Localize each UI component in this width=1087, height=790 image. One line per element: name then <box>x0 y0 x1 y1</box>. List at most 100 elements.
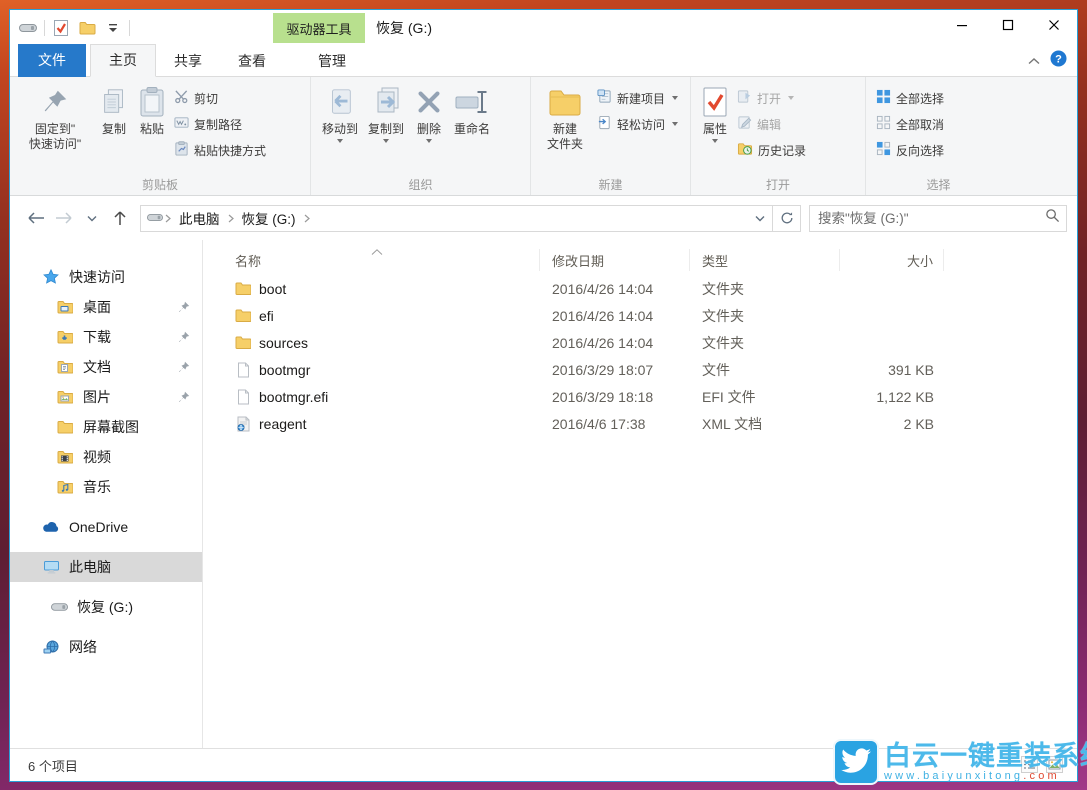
sidebar-item-music[interactable]: 音乐 <box>10 472 202 502</box>
copy-button[interactable]: 复制 <box>94 81 134 140</box>
ribbon-group-select: 全部选择 全部取消 反向选择 选择 <box>866 77 1011 195</box>
breadcrumb[interactable]: 此电脑 恢复 (G:) <box>140 204 773 232</box>
properties-icon <box>702 84 728 120</box>
this-pc-icon <box>42 560 60 575</box>
invert-selection-button[interactable]: 反向选择 <box>872 139 948 161</box>
maximize-button[interactable] <box>985 10 1031 40</box>
copy-path-button[interactable]: 复制路径 <box>170 113 270 135</box>
copy-to-icon <box>370 84 402 120</box>
pin-icon <box>178 360 190 376</box>
tab-home[interactable]: 主页 <box>90 44 156 77</box>
file-row-bootmgr-efi[interactable]: bootmgr.efi 2016/3/29 18:18 EFI 文件 1,122… <box>203 383 1077 410</box>
edit-icon <box>737 115 752 133</box>
music-folder-icon <box>56 480 74 494</box>
file-row-bootmgr[interactable]: bootmgr 2016/3/29 18:07 文件 391 KB <box>203 356 1077 383</box>
tab-manage[interactable]: 管理 <box>300 46 364 77</box>
sidebar-item-network[interactable]: 网络 <box>10 632 202 662</box>
search-box[interactable] <box>809 204 1067 232</box>
sidebar-item-recovery-drive[interactable]: 恢复 (G:) <box>10 592 202 622</box>
sidebar-item-onedrive[interactable]: OneDrive <box>10 512 202 542</box>
properties-button[interactable]: 属性 <box>697 81 733 146</box>
copy-to-button[interactable]: 复制到 <box>363 81 409 146</box>
delete-button[interactable]: 删除 <box>409 81 449 146</box>
easy-access-icon <box>597 115 612 133</box>
paste-button[interactable]: 粘贴 <box>134 81 170 140</box>
sidebar-item-downloads[interactable]: 下载 <box>10 322 202 352</box>
back-icon[interactable] <box>22 204 50 232</box>
search-icon[interactable] <box>1045 208 1060 228</box>
new-folder-shortcut-icon[interactable] <box>77 18 97 38</box>
cut-button[interactable]: 剪切 <box>170 87 270 109</box>
file-row-sources[interactable]: sources 2016/4/26 14:04 文件夹 <box>203 329 1077 356</box>
breadcrumb-this-pc[interactable]: 此电脑 <box>173 208 226 228</box>
ribbon-group-open: 属性 打开 编辑 历史记录 打开 <box>691 77 866 195</box>
tab-file[interactable]: 文件 <box>18 44 86 77</box>
column-header-size[interactable]: 大小 <box>840 249 944 271</box>
minimize-button[interactable] <box>939 10 985 40</box>
paste-shortcut-icon <box>174 141 189 159</box>
collapse-ribbon-icon[interactable] <box>1028 52 1040 70</box>
pin-to-quick-access-button[interactable]: 固定到" 快速访问" <box>16 81 94 155</box>
edit-button[interactable]: 编辑 <box>733 113 810 135</box>
address-bar: 此电脑 恢复 (G:) <box>10 196 1077 240</box>
move-to-dropdown-caret <box>337 139 343 143</box>
ribbon-group-new: 新建 文件夹 新建项目 轻松访问 新建 <box>531 77 691 195</box>
history-button[interactable]: 历史记录 <box>733 139 810 161</box>
search-input[interactable] <box>818 210 1045 226</box>
open-button[interactable]: 打开 <box>733 87 810 109</box>
sidebar-item-desktop[interactable]: 桌面 <box>10 292 202 322</box>
column-header-type[interactable]: 类型 <box>690 249 840 271</box>
address-dropdown-icon[interactable] <box>748 204 772 232</box>
column-header-date-modified[interactable]: 修改日期 <box>540 249 690 271</box>
sidebar-item-quick-access[interactable]: 快速访问 <box>10 262 202 292</box>
file-row-reagent[interactable]: reagent 2016/4/6 17:38 XML 文档 2 KB <box>203 410 1077 437</box>
group-label-clipboard: 剪贴板 <box>141 178 178 192</box>
easy-access-button[interactable]: 轻松访问 <box>593 113 682 135</box>
invert-selection-icon <box>876 141 891 159</box>
pin-icon <box>40 84 70 120</box>
easy-access-dropdown-caret <box>672 122 679 126</box>
toolbar-divider <box>44 20 45 36</box>
sidebar-item-videos[interactable]: 视频 <box>10 442 202 472</box>
recent-locations-icon[interactable] <box>78 204 106 232</box>
sidebar-item-pictures[interactable]: 图片 <box>10 382 202 412</box>
tab-view[interactable]: 查看 <box>220 46 284 77</box>
drive-icon <box>50 602 68 612</box>
help-icon[interactable]: ? <box>1050 50 1067 72</box>
svg-text:?: ? <box>1055 54 1062 66</box>
twitter-bird-icon <box>833 739 879 785</box>
item-count: 6 个项目 <box>28 758 78 774</box>
drive-tools-context-label[interactable]: 驱动器工具 <box>273 13 365 43</box>
file-row-boot[interactable]: boot 2016/4/26 14:04 文件夹 <box>203 275 1077 302</box>
new-folder-button[interactable]: 新建 文件夹 <box>537 81 593 155</box>
folder-icon <box>235 281 251 297</box>
select-all-button[interactable]: 全部选择 <box>872 87 948 109</box>
select-none-icon <box>876 115 891 133</box>
sidebar-item-screenshots[interactable]: 屏幕截图 <box>10 412 202 442</box>
copy-path-icon <box>174 115 189 133</box>
rename-button[interactable]: 重命名 <box>449 81 495 140</box>
tab-share[interactable]: 共享 <box>156 46 220 77</box>
sidebar-item-documents[interactable]: 文档 <box>10 352 202 382</box>
breadcrumb-current-drive[interactable]: 恢复 (G:) <box>236 208 302 228</box>
forward-icon[interactable] <box>50 204 78 232</box>
new-item-button[interactable]: 新建项目 <box>593 87 682 109</box>
paste-shortcut-button[interactable]: 粘贴快捷方式 <box>170 139 270 161</box>
sidebar-item-this-pc[interactable]: 此电脑 <box>10 552 202 582</box>
toolbar-customize-icon[interactable] <box>103 18 123 38</box>
new-item-icon <box>597 89 612 107</box>
move-to-button[interactable]: 移动到 <box>317 81 363 146</box>
select-all-icon <box>876 89 891 107</box>
properties-shortcut-icon[interactable] <box>51 18 71 38</box>
pin-icon <box>178 390 190 406</box>
folder-icon <box>235 308 251 324</box>
refresh-icon[interactable] <box>773 204 801 232</box>
up-icon[interactable] <box>106 204 134 232</box>
sort-ascending-icon[interactable] <box>371 242 383 260</box>
close-button[interactable] <box>1031 10 1077 40</box>
select-none-button[interactable]: 全部取消 <box>872 113 948 135</box>
file-row-efi[interactable]: efi 2016/4/26 14:04 文件夹 <box>203 302 1077 329</box>
watermark-url: www.baiyunxitong.com <box>884 769 1060 782</box>
drive-icon[interactable] <box>18 18 38 38</box>
pictures-folder-icon <box>56 390 74 404</box>
